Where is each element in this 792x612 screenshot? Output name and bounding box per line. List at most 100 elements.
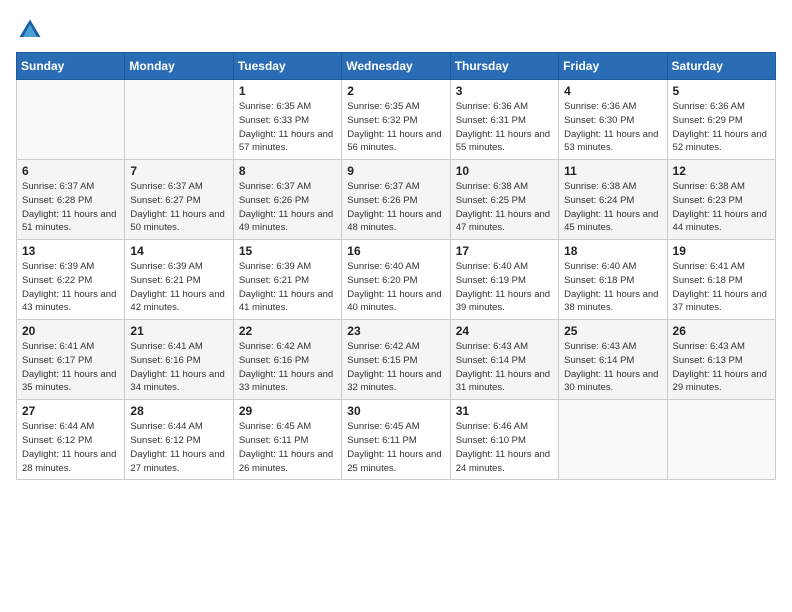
calendar-cell: 9 Sunrise: 6:37 AM Sunset: 6:26 PM Daylig… — [342, 160, 450, 240]
calendar-cell: 27 Sunrise: 6:44 AM Sunset: 6:12 PM Dayli… — [17, 400, 125, 480]
calendar-cell: 14 Sunrise: 6:39 AM Sunset: 6:21 PM Dayli… — [125, 240, 233, 320]
calendar-cell: 7 Sunrise: 6:37 AM Sunset: 6:27 PM Daylig… — [125, 160, 233, 240]
day-info: Sunrise: 6:41 AM Sunset: 6:17 PM Dayligh… — [22, 340, 119, 395]
calendar-cell: 6 Sunrise: 6:37 AM Sunset: 6:28 PM Daylig… — [17, 160, 125, 240]
calendar-cell: 16 Sunrise: 6:40 AM Sunset: 6:20 PM Dayli… — [342, 240, 450, 320]
day-info: Sunrise: 6:35 AM Sunset: 6:32 PM Dayligh… — [347, 100, 444, 155]
day-info: Sunrise: 6:36 AM Sunset: 6:29 PM Dayligh… — [673, 100, 770, 155]
day-info: Sunrise: 6:39 AM Sunset: 6:21 PM Dayligh… — [130, 260, 227, 315]
weekday-header-saturday: Saturday — [667, 53, 775, 80]
day-number: 14 — [130, 244, 227, 258]
day-info: Sunrise: 6:43 AM Sunset: 6:13 PM Dayligh… — [673, 340, 770, 395]
calendar-cell: 1 Sunrise: 6:35 AM Sunset: 6:33 PM Daylig… — [233, 80, 341, 160]
calendar-cell: 4 Sunrise: 6:36 AM Sunset: 6:30 PM Daylig… — [559, 80, 667, 160]
day-info: Sunrise: 6:41 AM Sunset: 6:18 PM Dayligh… — [673, 260, 770, 315]
day-number: 7 — [130, 164, 227, 178]
day-number: 18 — [564, 244, 661, 258]
logo — [16, 16, 48, 44]
weekday-header-row: SundayMondayTuesdayWednesdayThursdayFrid… — [17, 53, 776, 80]
calendar-cell — [17, 80, 125, 160]
logo-icon — [16, 16, 44, 44]
day-info: Sunrise: 6:37 AM Sunset: 6:26 PM Dayligh… — [347, 180, 444, 235]
day-info: Sunrise: 6:41 AM Sunset: 6:16 PM Dayligh… — [130, 340, 227, 395]
day-info: Sunrise: 6:45 AM Sunset: 6:11 PM Dayligh… — [347, 420, 444, 475]
day-number: 17 — [456, 244, 553, 258]
day-number: 5 — [673, 84, 770, 98]
day-number: 30 — [347, 404, 444, 418]
calendar-cell: 25 Sunrise: 6:43 AM Sunset: 6:14 PM Dayli… — [559, 320, 667, 400]
calendar-cell: 2 Sunrise: 6:35 AM Sunset: 6:32 PM Daylig… — [342, 80, 450, 160]
day-number: 21 — [130, 324, 227, 338]
calendar-cell: 26 Sunrise: 6:43 AM Sunset: 6:13 PM Dayli… — [667, 320, 775, 400]
day-info: Sunrise: 6:35 AM Sunset: 6:33 PM Dayligh… — [239, 100, 336, 155]
calendar-cell: 8 Sunrise: 6:37 AM Sunset: 6:26 PM Daylig… — [233, 160, 341, 240]
day-info: Sunrise: 6:37 AM Sunset: 6:26 PM Dayligh… — [239, 180, 336, 235]
day-info: Sunrise: 6:43 AM Sunset: 6:14 PM Dayligh… — [564, 340, 661, 395]
day-number: 22 — [239, 324, 336, 338]
calendar-cell: 22 Sunrise: 6:42 AM Sunset: 6:16 PM Dayli… — [233, 320, 341, 400]
day-info: Sunrise: 6:40 AM Sunset: 6:19 PM Dayligh… — [456, 260, 553, 315]
day-number: 28 — [130, 404, 227, 418]
day-info: Sunrise: 6:38 AM Sunset: 6:23 PM Dayligh… — [673, 180, 770, 235]
calendar-cell: 13Sunrise: 6:39 AM Sunset: 6:22 PM Dayli… — [17, 240, 125, 320]
page-header — [16, 16, 776, 44]
day-info: Sunrise: 6:36 AM Sunset: 6:30 PM Dayligh… — [564, 100, 661, 155]
day-info: Sunrise: 6:38 AM Sunset: 6:25 PM Dayligh… — [456, 180, 553, 235]
calendar-week-row: 1 Sunrise: 6:35 AM Sunset: 6:33 PM Daylig… — [17, 80, 776, 160]
weekday-header-sunday: Sunday — [17, 53, 125, 80]
calendar-cell: 21 Sunrise: 6:41 AM Sunset: 6:16 PM Dayli… — [125, 320, 233, 400]
calendar-cell: 12Sunrise: 6:38 AM Sunset: 6:23 PM Dayli… — [667, 160, 775, 240]
day-number: 29 — [239, 404, 336, 418]
calendar-cell: 28 Sunrise: 6:44 AM Sunset: 6:12 PM Dayli… — [125, 400, 233, 480]
day-number: 26 — [673, 324, 770, 338]
calendar-cell — [667, 400, 775, 480]
day-number: 2 — [347, 84, 444, 98]
calendar-cell: 18 Sunrise: 6:40 AM Sunset: 6:18 PM Dayli… — [559, 240, 667, 320]
calendar-cell: 5 Sunrise: 6:36 AM Sunset: 6:29 PM Daylig… — [667, 80, 775, 160]
day-number: 25 — [564, 324, 661, 338]
day-info: Sunrise: 6:36 AM Sunset: 6:31 PM Dayligh… — [456, 100, 553, 155]
calendar-cell: 24Sunrise: 6:43 AM Sunset: 6:14 PM Dayli… — [450, 320, 558, 400]
day-info: Sunrise: 6:44 AM Sunset: 6:12 PM Dayligh… — [130, 420, 227, 475]
calendar-cell: 10 Sunrise: 6:38 AM Sunset: 6:25 PM Dayli… — [450, 160, 558, 240]
weekday-header-tuesday: Tuesday — [233, 53, 341, 80]
calendar-cell: 31 Sunrise: 6:46 AM Sunset: 6:10 PM Dayli… — [450, 400, 558, 480]
day-number: 8 — [239, 164, 336, 178]
day-number: 3 — [456, 84, 553, 98]
day-number: 1 — [239, 84, 336, 98]
calendar-week-row: 13Sunrise: 6:39 AM Sunset: 6:22 PM Dayli… — [17, 240, 776, 320]
day-info: Sunrise: 6:39 AM Sunset: 6:21 PM Dayligh… — [239, 260, 336, 315]
day-number: 11 — [564, 164, 661, 178]
day-info: Sunrise: 6:46 AM Sunset: 6:10 PM Dayligh… — [456, 420, 553, 475]
day-info: Sunrise: 6:37 AM Sunset: 6:28 PM Dayligh… — [22, 180, 119, 235]
calendar-cell: 11 Sunrise: 6:38 AM Sunset: 6:24 PM Dayli… — [559, 160, 667, 240]
calendar-cell: 15 Sunrise: 6:39 AM Sunset: 6:21 PM Dayli… — [233, 240, 341, 320]
day-number: 6 — [22, 164, 119, 178]
day-number: 31 — [456, 404, 553, 418]
day-info: Sunrise: 6:37 AM Sunset: 6:27 PM Dayligh… — [130, 180, 227, 235]
day-number: 16 — [347, 244, 444, 258]
day-number: 27 — [22, 404, 119, 418]
calendar-week-row: 20 Sunrise: 6:41 AM Sunset: 6:17 PM Dayli… — [17, 320, 776, 400]
day-number: 10 — [456, 164, 553, 178]
day-info: Sunrise: 6:40 AM Sunset: 6:18 PM Dayligh… — [564, 260, 661, 315]
calendar-cell: 23Sunrise: 6:42 AM Sunset: 6:15 PM Dayli… — [342, 320, 450, 400]
weekday-header-wednesday: Wednesday — [342, 53, 450, 80]
weekday-header-monday: Monday — [125, 53, 233, 80]
day-info: Sunrise: 6:38 AM Sunset: 6:24 PM Dayligh… — [564, 180, 661, 235]
day-number: 20 — [22, 324, 119, 338]
day-number: 15 — [239, 244, 336, 258]
weekday-header-thursday: Thursday — [450, 53, 558, 80]
day-info: Sunrise: 6:44 AM Sunset: 6:12 PM Dayligh… — [22, 420, 119, 475]
day-number: 23 — [347, 324, 444, 338]
day-number: 9 — [347, 164, 444, 178]
weekday-header-friday: Friday — [559, 53, 667, 80]
day-number: 13 — [22, 244, 119, 258]
day-number: 24 — [456, 324, 553, 338]
day-number: 4 — [564, 84, 661, 98]
calendar-header: SundayMondayTuesdayWednesdayThursdayFrid… — [17, 53, 776, 80]
day-info: Sunrise: 6:42 AM Sunset: 6:16 PM Dayligh… — [239, 340, 336, 395]
day-info: Sunrise: 6:40 AM Sunset: 6:20 PM Dayligh… — [347, 260, 444, 315]
calendar-week-row: 27 Sunrise: 6:44 AM Sunset: 6:12 PM Dayli… — [17, 400, 776, 480]
calendar-cell — [125, 80, 233, 160]
